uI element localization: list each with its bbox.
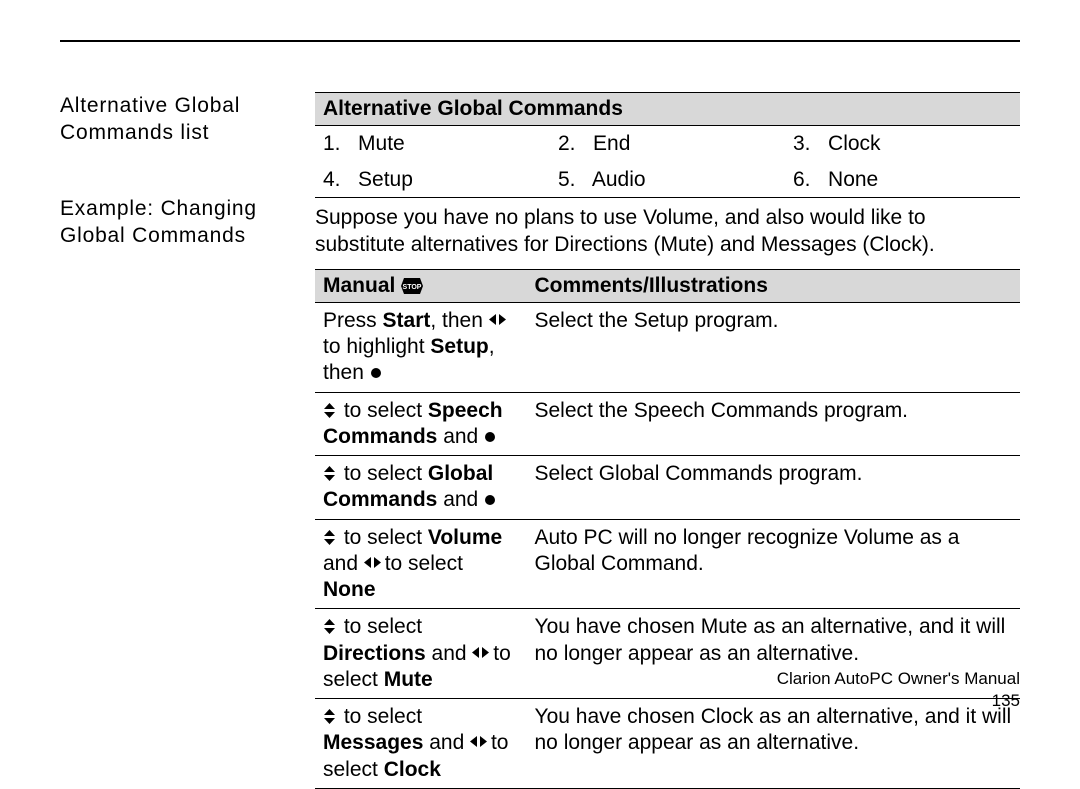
- table-row: to select Global Commands and Select Glo…: [315, 456, 1020, 520]
- command-num: 4.: [323, 168, 341, 191]
- comment-cell: You have chosen Clock as an alternative,…: [527, 699, 1021, 789]
- enter-dot-icon: [484, 431, 496, 443]
- stop-icon: STOP: [401, 278, 423, 294]
- up-down-icon: [323, 530, 338, 545]
- table-row: to select Volume and to select NoneAuto …: [315, 519, 1020, 609]
- manual-cell: to select Global Commands and: [315, 456, 527, 520]
- table-row: Press Start, then to highlight Setup, th…: [315, 302, 1020, 392]
- left-right-icon: [472, 646, 487, 661]
- table-row: to select Speech Commands and Select the…: [315, 392, 1020, 456]
- left-right-icon: [364, 556, 379, 571]
- manual-cell: to select Volume and to select None: [315, 519, 527, 609]
- up-down-icon: [323, 403, 338, 418]
- command-cell: 6. None: [785, 162, 1020, 198]
- table-row: 4. Setup 5. Audio 6. None: [315, 162, 1020, 198]
- table-row: 1. Mute 2. End 3. Clock: [315, 126, 1020, 162]
- command-num: 1.: [323, 132, 341, 155]
- manual-page: Alternative Global Commands list Example…: [0, 0, 1080, 742]
- command-cell: 4. Setup: [315, 162, 550, 198]
- enter-dot-icon: [484, 494, 496, 506]
- up-down-icon: [323, 709, 338, 724]
- command-num: 6.: [793, 168, 811, 191]
- up-down-icon: [323, 466, 338, 481]
- command-label: Clock: [828, 132, 881, 155]
- left-right-icon: [470, 735, 485, 750]
- enter-dot-icon: [370, 367, 382, 379]
- manual-cell: to select Directions and to select Mute: [315, 609, 527, 699]
- header-text: Manual: [323, 274, 395, 297]
- page-footer: Clarion AutoPC Owner's Manual 135: [777, 668, 1020, 712]
- commands-table: Alternative Global Commands 1. Mute 2. E…: [315, 92, 1020, 198]
- command-label: Setup: [358, 168, 413, 191]
- comment-cell: Auto PC will no longer recognize Volume …: [527, 519, 1021, 609]
- command-num: 3.: [793, 132, 811, 155]
- svg-text:STOP: STOP: [403, 284, 422, 291]
- command-label: End: [593, 132, 630, 155]
- manual-cell: to select Speech Commands and: [315, 392, 527, 456]
- manual-cell: Press Start, then to highlight Setup, th…: [315, 302, 527, 392]
- side-column: Alternative Global Commands list Example…: [60, 92, 315, 271]
- command-cell: 3. Clock: [785, 126, 1020, 162]
- command-label: Audio: [592, 168, 646, 191]
- command-cell: 5. Audio: [550, 162, 785, 198]
- footer-page-number: 135: [992, 691, 1020, 710]
- command-cell: 1. Mute: [315, 126, 550, 162]
- top-rule: [60, 40, 1020, 42]
- command-cell: 2. End: [550, 126, 785, 162]
- left-right-icon: [489, 313, 504, 328]
- table-row: to select Messages and to select ClockYo…: [315, 699, 1020, 789]
- command-label: Mute: [358, 132, 405, 155]
- comment-cell: Select Global Commands program.: [527, 456, 1021, 520]
- up-down-icon: [323, 619, 338, 634]
- side-heading-1: Alternative Global Commands list: [60, 92, 305, 147]
- steps-header-manual: Manual STOP: [315, 269, 527, 302]
- footer-title: Clarion AutoPC Owner's Manual: [777, 669, 1020, 688]
- command-label: None: [828, 168, 878, 191]
- side-heading-2: Example: Changing Global Commands: [60, 195, 305, 250]
- command-num: 2.: [558, 132, 576, 155]
- comment-cell: Select the Speech Commands program.: [527, 392, 1021, 456]
- manual-cell: to select Messages and to select Clock: [315, 699, 527, 789]
- steps-header-comments: Comments/Illustrations: [527, 269, 1021, 302]
- commands-header: Alternative Global Commands: [315, 93, 1020, 126]
- command-num: 5.: [558, 168, 576, 191]
- comment-cell: Select the Setup program.: [527, 302, 1021, 392]
- intro-text: Suppose you have no plans to use Volume,…: [315, 204, 1020, 259]
